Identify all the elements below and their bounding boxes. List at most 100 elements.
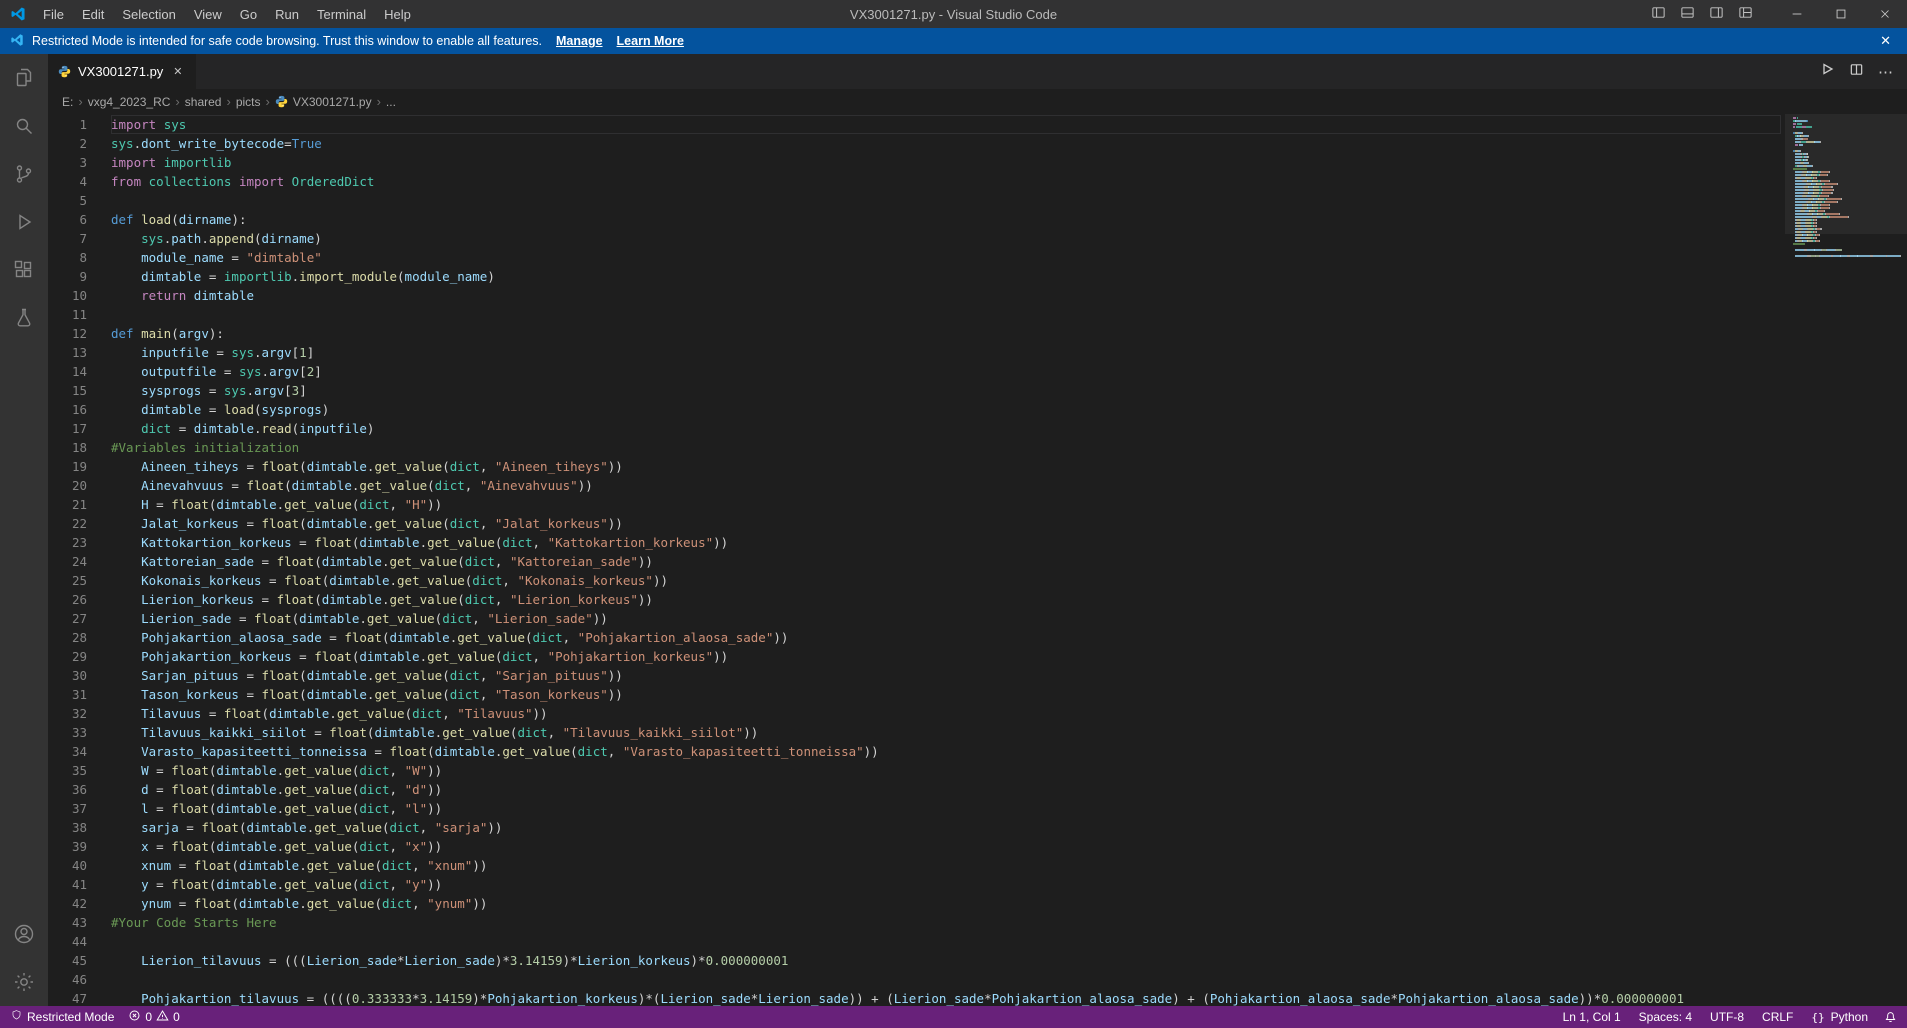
code-line[interactable]: Tason_korkeus = float(dimtable.get_value… bbox=[111, 685, 1781, 704]
code-line[interactable]: Aineen_tiheys = float(dimtable.get_value… bbox=[111, 457, 1781, 476]
restricted-mode-status[interactable]: Restricted Mode bbox=[10, 1009, 114, 1025]
status-cursor-position[interactable]: Ln 1, Col 1 bbox=[1563, 1010, 1621, 1024]
accounts-icon[interactable] bbox=[0, 910, 48, 958]
banner-close-icon[interactable]: ✕ bbox=[1874, 33, 1897, 49]
code-line[interactable]: def load(dirname): bbox=[111, 210, 1781, 229]
notifications-bell-icon[interactable] bbox=[1884, 1011, 1897, 1024]
breadcrumb-item[interactable]: vxg4_2023_RC bbox=[88, 95, 171, 109]
code-line[interactable]: Kattoreian_sade = float(dimtable.get_val… bbox=[111, 552, 1781, 571]
code-line[interactable]: Pohjakartion_alaosa_sade = float(dimtabl… bbox=[111, 628, 1781, 647]
line-number[interactable]: 31 bbox=[48, 685, 87, 704]
code-line[interactable]: Jalat_korkeus = float(dimtable.get_value… bbox=[111, 514, 1781, 533]
line-number[interactable]: 13 bbox=[48, 343, 87, 362]
line-number[interactable]: 38 bbox=[48, 818, 87, 837]
line-number[interactable]: 37 bbox=[48, 799, 87, 818]
line-number[interactable]: 29 bbox=[48, 647, 87, 666]
code-line[interactable]: x = float(dimtable.get_value(dict, "x")) bbox=[111, 837, 1781, 856]
line-number[interactable]: 26 bbox=[48, 590, 87, 609]
breadcrumb-item[interactable]: ... bbox=[386, 95, 396, 109]
code-line[interactable]: Lierion_sade = float(dimtable.get_value(… bbox=[111, 609, 1781, 628]
toggle-panel-icon[interactable] bbox=[1680, 5, 1695, 23]
code-line[interactable]: import sys bbox=[111, 115, 1781, 134]
line-number[interactable]: 1 bbox=[48, 115, 87, 134]
code-line[interactable]: y = float(dimtable.get_value(dict, "y")) bbox=[111, 875, 1781, 894]
line-number[interactable]: 23 bbox=[48, 533, 87, 552]
code-line[interactable]: xnum = float(dimtable.get_value(dict, "x… bbox=[111, 856, 1781, 875]
code-line[interactable]: import importlib bbox=[111, 153, 1781, 172]
line-number[interactable]: 15 bbox=[48, 381, 87, 400]
manage-link[interactable]: Manage bbox=[556, 34, 603, 48]
status-indentation[interactable]: Spaces: 4 bbox=[1639, 1010, 1692, 1024]
line-number[interactable]: 8 bbox=[48, 248, 87, 267]
menu-terminal[interactable]: Terminal bbox=[308, 0, 375, 28]
menu-file[interactable]: File bbox=[34, 0, 73, 28]
explorer-icon[interactable] bbox=[0, 54, 48, 102]
line-number[interactable]: 10 bbox=[48, 286, 87, 305]
code-line[interactable]: Ainevahvuus = float(dimtable.get_value(d… bbox=[111, 476, 1781, 495]
line-number[interactable]: 4 bbox=[48, 172, 87, 191]
search-icon[interactable] bbox=[0, 102, 48, 150]
problems-status[interactable]: 0 0 bbox=[128, 1009, 179, 1025]
menu-help[interactable]: Help bbox=[375, 0, 420, 28]
line-number[interactable]: 18 bbox=[48, 438, 87, 457]
code-line[interactable] bbox=[111, 970, 1781, 989]
line-number[interactable]: 36 bbox=[48, 780, 87, 799]
minimap[interactable] bbox=[1785, 114, 1907, 1006]
line-number[interactable]: 45 bbox=[48, 951, 87, 970]
line-number[interactable]: 22 bbox=[48, 514, 87, 533]
code-line[interactable]: Lierion_tilavuus = (((Lierion_sade*Lieri… bbox=[111, 951, 1781, 970]
learn-more-link[interactable]: Learn More bbox=[617, 34, 684, 48]
line-number[interactable]: 19 bbox=[48, 457, 87, 476]
code-line[interactable]: def main(argv): bbox=[111, 324, 1781, 343]
code-line[interactable]: l = float(dimtable.get_value(dict, "l")) bbox=[111, 799, 1781, 818]
code-line[interactable]: Sarjan_pituus = float(dimtable.get_value… bbox=[111, 666, 1781, 685]
line-number[interactable]: 44 bbox=[48, 932, 87, 951]
line-number[interactable]: 47 bbox=[48, 989, 87, 1006]
code-line[interactable]: sys.path.append(dirname) bbox=[111, 229, 1781, 248]
menu-view[interactable]: View bbox=[185, 0, 231, 28]
line-number[interactable]: 2 bbox=[48, 134, 87, 153]
split-editor-icon[interactable] bbox=[1849, 62, 1864, 82]
maximize-button[interactable] bbox=[1819, 0, 1863, 28]
menu-run[interactable]: Run bbox=[266, 0, 308, 28]
code-line[interactable]: Varasto_kapasiteetti_tonneissa = float(d… bbox=[111, 742, 1781, 761]
code-line[interactable]: outputfile = sys.argv[2] bbox=[111, 362, 1781, 381]
line-number[interactable]: 34 bbox=[48, 742, 87, 761]
line-number[interactable]: 3 bbox=[48, 153, 87, 172]
line-number[interactable]: 41 bbox=[48, 875, 87, 894]
minimize-button[interactable] bbox=[1775, 0, 1819, 28]
line-number[interactable]: 46 bbox=[48, 970, 87, 989]
settings-gear-icon[interactable] bbox=[0, 958, 48, 1006]
line-number[interactable]: 42 bbox=[48, 894, 87, 913]
line-number[interactable]: 12 bbox=[48, 324, 87, 343]
close-window-button[interactable] bbox=[1863, 0, 1907, 28]
line-number[interactable]: 17 bbox=[48, 419, 87, 438]
code-line[interactable]: W = float(dimtable.get_value(dict, "W")) bbox=[111, 761, 1781, 780]
menu-edit[interactable]: Edit bbox=[73, 0, 113, 28]
code-line[interactable]: Tilavuus = float(dimtable.get_value(dict… bbox=[111, 704, 1781, 723]
breadcrumb-item[interactable]: VX3001271.py bbox=[293, 95, 372, 109]
line-number[interactable]: 11 bbox=[48, 305, 87, 324]
code-line[interactable]: sarja = float(dimtable.get_value(dict, "… bbox=[111, 818, 1781, 837]
tab-vx3001271[interactable]: VX3001271.py ✕ bbox=[48, 54, 197, 89]
line-number[interactable]: 5 bbox=[48, 191, 87, 210]
line-number[interactable]: 6 bbox=[48, 210, 87, 229]
code-line[interactable]: #Your Code Starts Here bbox=[111, 913, 1781, 932]
status-eol[interactable]: CRLF bbox=[1762, 1010, 1793, 1024]
line-number[interactable]: 32 bbox=[48, 704, 87, 723]
code-line[interactable] bbox=[111, 191, 1781, 210]
line-number[interactable]: 28 bbox=[48, 628, 87, 647]
code-line[interactable] bbox=[111, 305, 1781, 324]
line-number[interactable]: 43 bbox=[48, 913, 87, 932]
tab-close-icon[interactable]: ✕ bbox=[170, 63, 185, 80]
testing-icon[interactable] bbox=[0, 294, 48, 342]
code-line[interactable]: sysprogs = sys.argv[3] bbox=[111, 381, 1781, 400]
line-number[interactable]: 24 bbox=[48, 552, 87, 571]
line-number[interactable]: 7 bbox=[48, 229, 87, 248]
breadcrumb-item[interactable]: picts bbox=[236, 95, 261, 109]
code-line[interactable]: module_name = "dimtable" bbox=[111, 248, 1781, 267]
line-number[interactable]: 9 bbox=[48, 267, 87, 286]
code-line[interactable]: inputfile = sys.argv[1] bbox=[111, 343, 1781, 362]
code-line[interactable]: dict = dimtable.read(inputfile) bbox=[111, 419, 1781, 438]
code-line[interactable]: H = float(dimtable.get_value(dict, "H")) bbox=[111, 495, 1781, 514]
